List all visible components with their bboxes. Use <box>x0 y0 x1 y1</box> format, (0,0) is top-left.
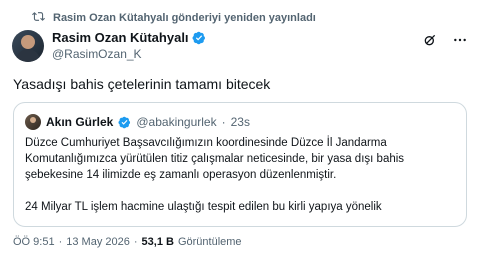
tweet-time[interactable]: ÖÖ 9:51 <box>13 236 55 248</box>
more-icon[interactable] <box>452 32 468 48</box>
header-actions <box>422 30 468 48</box>
grok-icon[interactable] <box>422 32 438 48</box>
quoted-tweet-body: Düzce Cumhuriyet Başsavcılığımızın koord… <box>25 135 457 215</box>
quoted-avatar <box>25 114 41 130</box>
author-name[interactable]: Rasim Ozan Kütahyalı <box>52 30 189 46</box>
quoted-author-handle: @abakingurlek <box>136 115 217 129</box>
avatar[interactable] <box>12 30 44 62</box>
quoted-tweet-header: Akın Gürlek @abakingurlek · 23s <box>25 114 250 130</box>
repost-indicator[interactable]: Rasim Ozan Kütahyalı gönderiyi yeniden y… <box>32 11 316 25</box>
author-info: Rasim Ozan Kütahyalı @RasimOzan_K <box>52 30 206 62</box>
quoted-author-name: Akın Gürlek <box>46 115 114 129</box>
separator-dot: · <box>58 236 63 248</box>
tweet-header: Rasim Ozan Kütahyalı @RasimOzan_K <box>12 30 468 66</box>
quoted-paragraph: Düzce Cumhuriyet Başsavcılığımızın koord… <box>25 137 405 181</box>
view-label: Görüntüleme <box>177 236 242 248</box>
tweet-text: Yasadışı bahis çetelerinin tamamı bitece… <box>13 76 271 92</box>
separator-dot: · <box>133 236 138 248</box>
tweet-metadata: ÖÖ 9:51 · 13 May 2026 · 53,1 B Görüntüle… <box>13 236 242 248</box>
repost-icon <box>32 10 45 26</box>
quoted-paragraph: 24 Milyar TL işlem hacmine ulaştığı tesp… <box>25 201 382 213</box>
tweet-date[interactable]: 13 May 2026 <box>66 236 130 248</box>
verified-badge-icon <box>118 116 131 129</box>
quoted-timestamp: 23s <box>230 115 250 129</box>
verified-badge-icon[interactable] <box>192 31 206 45</box>
repost-text[interactable]: Rasim Ozan Kütahyalı gönderiyi yeniden y… <box>53 12 316 24</box>
separator-dot: · <box>221 115 226 129</box>
quoted-tweet[interactable]: Akın Gürlek @abakingurlek · 23s Düzce Cu… <box>13 102 467 227</box>
view-count: 53,1 B <box>141 236 174 248</box>
author-handle[interactable]: @RasimOzan_K <box>52 46 206 62</box>
